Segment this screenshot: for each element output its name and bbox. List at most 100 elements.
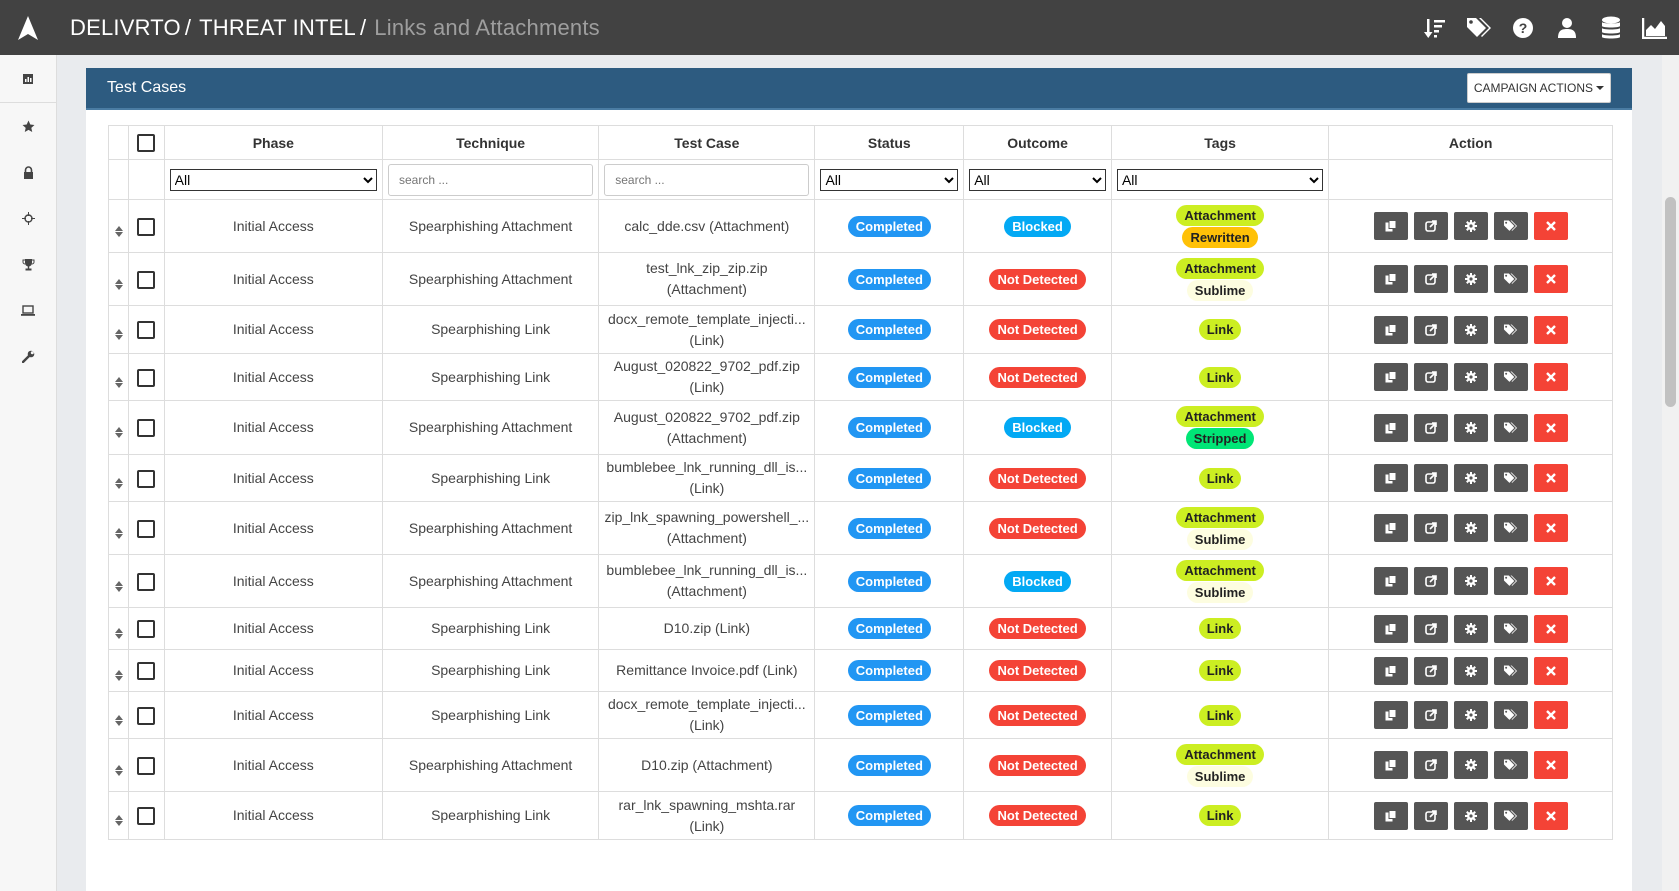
database-icon[interactable] bbox=[1597, 14, 1625, 42]
copy-button[interactable] bbox=[1373, 656, 1408, 685]
test-case-name[interactable]: test_lnk_zip_zip.zip bbox=[603, 258, 810, 279]
copy-button[interactable] bbox=[1373, 265, 1408, 293]
delete-button[interactable] bbox=[1533, 701, 1568, 729]
copy-button[interactable] bbox=[1373, 413, 1408, 442]
test-case-search-input[interactable] bbox=[604, 163, 810, 196]
header-phase[interactable]: Phase bbox=[163, 125, 384, 160]
user-icon[interactable] bbox=[1553, 14, 1581, 42]
tag-button[interactable] bbox=[1493, 514, 1528, 542]
tags-filter-select[interactable]: All bbox=[1116, 168, 1324, 191]
drag-handle[interactable] bbox=[107, 501, 130, 555]
sidebar-item-security[interactable] bbox=[0, 149, 56, 195]
test-case-name[interactable]: D10.zip (Attachment) bbox=[603, 755, 810, 776]
copy-button[interactable] bbox=[1373, 567, 1408, 595]
open-button[interactable] bbox=[1413, 315, 1448, 344]
tag-button[interactable] bbox=[1493, 567, 1528, 595]
open-button[interactable] bbox=[1413, 514, 1448, 542]
test-case-name[interactable]: rar_lnk_spawning_mshta.rar bbox=[603, 795, 810, 816]
breadcrumb-threat-intel[interactable]: THREAT INTEL bbox=[199, 15, 356, 41]
row-checkbox[interactable] bbox=[137, 756, 156, 775]
row-checkbox[interactable] bbox=[137, 620, 156, 639]
row-checkbox[interactable] bbox=[137, 807, 156, 826]
row-checkbox[interactable] bbox=[137, 419, 156, 438]
open-button[interactable] bbox=[1413, 464, 1448, 492]
scrollbar-thumb[interactable] bbox=[1665, 197, 1676, 407]
select-all-checkbox[interactable] bbox=[137, 133, 156, 152]
drag-handle[interactable] bbox=[107, 554, 130, 608]
open-button[interactable] bbox=[1413, 614, 1448, 643]
drag-handle[interactable] bbox=[107, 607, 130, 650]
header-tags[interactable]: Tags bbox=[1110, 125, 1330, 160]
row-checkbox[interactable] bbox=[137, 706, 156, 725]
test-case-name[interactable]: calc_dde.csv (Attachment) bbox=[603, 216, 810, 237]
sidebar-item-favorites[interactable] bbox=[0, 103, 56, 149]
row-checkbox[interactable] bbox=[137, 321, 156, 340]
delete-button[interactable] bbox=[1533, 212, 1568, 240]
copy-button[interactable] bbox=[1373, 212, 1408, 240]
delete-button[interactable] bbox=[1533, 265, 1568, 293]
area-chart-icon[interactable] bbox=[1641, 14, 1669, 42]
tag-button[interactable] bbox=[1493, 413, 1528, 442]
delete-button[interactable] bbox=[1533, 363, 1568, 391]
copy-button[interactable] bbox=[1373, 701, 1408, 729]
drag-handle[interactable] bbox=[107, 649, 130, 692]
delivrto-logo-icon[interactable] bbox=[0, 0, 56, 55]
settings-button[interactable] bbox=[1453, 567, 1488, 595]
settings-button[interactable] bbox=[1453, 656, 1488, 685]
sidebar-item-tools[interactable] bbox=[0, 333, 56, 379]
test-case-name[interactable]: D10.zip (Link) bbox=[603, 618, 810, 639]
copy-button[interactable] bbox=[1373, 363, 1408, 391]
test-case-name[interactable]: zip_lnk_spawning_powershell_... bbox=[603, 507, 810, 528]
row-checkbox[interactable] bbox=[137, 519, 156, 538]
campaign-actions-button[interactable]: CAMPAIGN ACTIONS bbox=[1466, 73, 1611, 103]
header-test-case[interactable]: Test Case bbox=[598, 125, 816, 160]
header-status[interactable]: Status bbox=[814, 125, 965, 160]
open-button[interactable] bbox=[1413, 801, 1448, 830]
tags-icon[interactable] bbox=[1465, 14, 1493, 42]
tag-button[interactable] bbox=[1493, 363, 1528, 391]
row-checkbox[interactable] bbox=[137, 217, 156, 236]
open-button[interactable] bbox=[1413, 656, 1448, 685]
tag-button[interactable] bbox=[1493, 212, 1528, 240]
drag-handle[interactable] bbox=[107, 199, 130, 253]
drag-handle[interactable] bbox=[107, 400, 130, 455]
tag-button[interactable] bbox=[1493, 265, 1528, 293]
help-icon[interactable]: ? bbox=[1509, 14, 1537, 42]
open-button[interactable] bbox=[1413, 751, 1448, 779]
open-button[interactable] bbox=[1413, 212, 1448, 240]
sort-icon[interactable] bbox=[1421, 14, 1449, 42]
settings-button[interactable] bbox=[1453, 514, 1488, 542]
copy-button[interactable] bbox=[1373, 801, 1408, 830]
drag-handle[interactable] bbox=[107, 353, 130, 401]
tag-button[interactable] bbox=[1493, 464, 1528, 492]
breadcrumb-delivrto[interactable]: DELIVRTO bbox=[70, 15, 181, 41]
open-button[interactable] bbox=[1413, 567, 1448, 595]
sidebar-item-devices[interactable] bbox=[0, 287, 56, 333]
header-outcome[interactable]: Outcome bbox=[963, 125, 1112, 160]
delete-button[interactable] bbox=[1533, 751, 1568, 779]
copy-button[interactable] bbox=[1373, 315, 1408, 344]
delete-button[interactable] bbox=[1533, 656, 1568, 685]
settings-button[interactable] bbox=[1453, 363, 1488, 391]
settings-button[interactable] bbox=[1453, 212, 1488, 240]
vertical-scrollbar[interactable] bbox=[1662, 55, 1679, 891]
delete-button[interactable] bbox=[1533, 614, 1568, 643]
copy-button[interactable] bbox=[1373, 464, 1408, 492]
settings-button[interactable] bbox=[1453, 751, 1488, 779]
delete-button[interactable] bbox=[1533, 801, 1568, 830]
drag-handle[interactable] bbox=[107, 738, 130, 792]
open-button[interactable] bbox=[1413, 363, 1448, 391]
drag-handle[interactable] bbox=[107, 691, 130, 739]
tag-button[interactable] bbox=[1493, 701, 1528, 729]
tag-button[interactable] bbox=[1493, 315, 1528, 344]
test-case-name[interactable]: bumblebee_lnk_running_dll_is... bbox=[603, 457, 810, 478]
drag-handle[interactable] bbox=[107, 454, 130, 502]
tag-button[interactable] bbox=[1493, 614, 1528, 643]
open-button[interactable] bbox=[1413, 701, 1448, 729]
open-button[interactable] bbox=[1413, 265, 1448, 293]
test-case-name[interactable]: August_020822_9702_pdf.zip bbox=[603, 356, 810, 377]
copy-button[interactable] bbox=[1373, 514, 1408, 542]
delete-button[interactable] bbox=[1533, 315, 1568, 344]
technique-search-input[interactable] bbox=[388, 163, 594, 196]
row-checkbox[interactable] bbox=[137, 662, 156, 681]
